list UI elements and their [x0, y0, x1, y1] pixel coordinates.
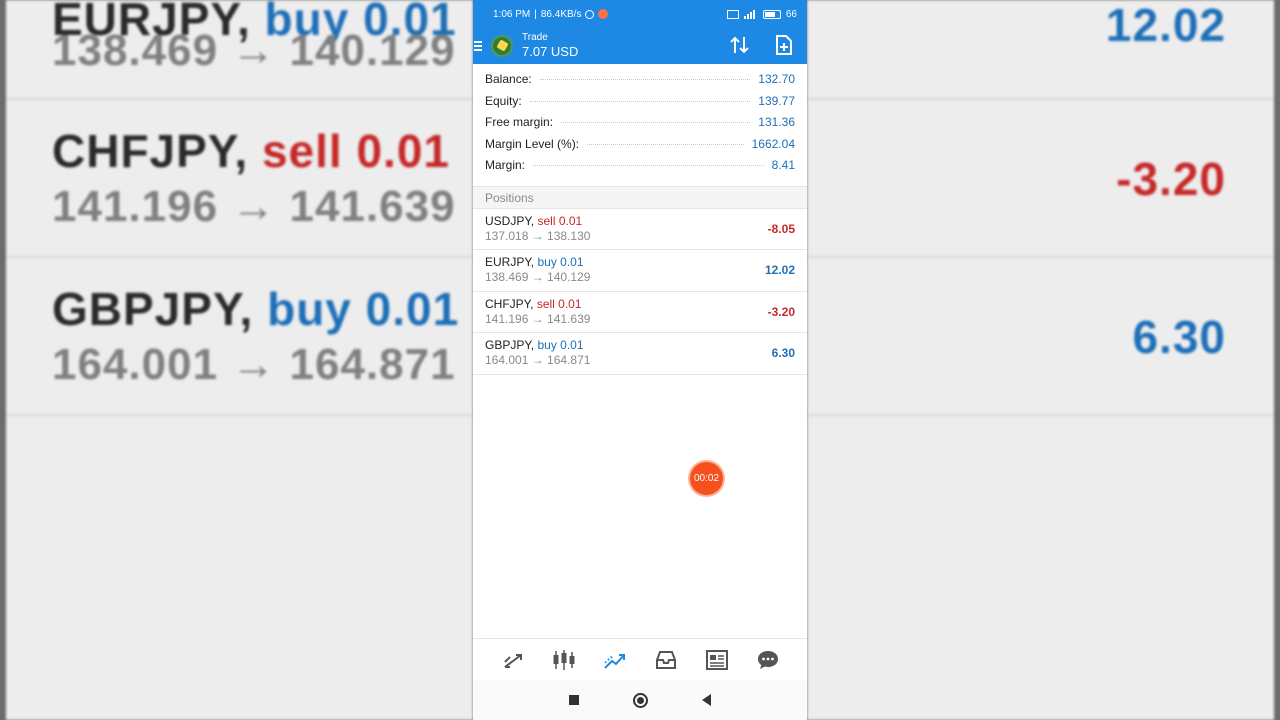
- history-icon[interactable]: [653, 647, 679, 673]
- position-prices: 137.018 → 138.130: [485, 228, 591, 243]
- back-icon[interactable]: [702, 694, 711, 706]
- chat-icon[interactable]: [755, 647, 781, 673]
- sort-icon[interactable]: [729, 34, 751, 56]
- bg-row-chfjpy-profit: -3.20: [807, 100, 1274, 258]
- new-order-icon[interactable]: [773, 34, 795, 56]
- bg-profit: 6.30: [1132, 311, 1226, 363]
- background-right-blur: 12.02 -3.20 6.30: [807, 0, 1274, 720]
- position-row-gbpjpy[interactable]: GBPJPY, buy 0.01 164.001 → 164.871 6.30: [473, 333, 807, 375]
- system-navigation: [473, 680, 807, 720]
- bg-profit: 12.02: [1105, 0, 1226, 51]
- position-symbol: EURJPY,: [485, 255, 535, 270]
- background-left-blur: EURJPY, buy 0.01 138.469 → 140.129 CHFJP…: [6, 0, 473, 720]
- position-row-eurjpy[interactable]: EURJPY, buy 0.01 138.469 → 140.129 12.02: [473, 250, 807, 292]
- position-side: sell 0.01: [537, 213, 583, 228]
- bg-symbol: CHFJPY, sell 0.01: [52, 125, 450, 177]
- bg-prices: 138.469 → 140.129: [52, 26, 456, 75]
- position-symbol: GBPJPY,: [485, 338, 535, 353]
- app-bar: Trade 7.07 USD: [473, 28, 807, 64]
- position-side: sell 0.01: [536, 296, 582, 311]
- position-symbol: USDJPY,: [485, 213, 535, 228]
- summary-row-free-margin: Free margin: 131.36: [485, 115, 795, 130]
- position-profit: -8.05: [767, 221, 795, 236]
- wifi-off-icon: [726, 9, 739, 19]
- position-profit: 12.02: [764, 263, 795, 278]
- phone-screen: 1:06 PM | 86.4KB/s 66 Trade 7.07 USD Bal…: [473, 0, 807, 720]
- bg-row-gbpjpy: GBPJPY, buy 0.01 164.001 → 164.871: [6, 258, 473, 416]
- bg-row-eurjpy: EURJPY, buy 0.01 138.469 → 140.129: [6, 0, 473, 100]
- position-row-chfjpy[interactable]: CHFJPY, sell 0.01 141.196 → 141.639 -3.2…: [473, 292, 807, 334]
- bg-prices: 141.196 → 141.639: [52, 182, 456, 231]
- summary-row-balance: Balance: 132.70: [485, 72, 795, 86]
- summary-row-margin: Margin: 8.41: [485, 158, 795, 173]
- position-side: buy 0.01: [537, 338, 584, 353]
- menu-icon[interactable]: [473, 41, 483, 51]
- summary-row-equity: Equity: 139.77: [485, 93, 795, 108]
- bg-row-gbpjpy-profit: 6.30: [807, 258, 1274, 416]
- position-profit: -3.20: [767, 304, 795, 319]
- bottom-navigation: [473, 638, 807, 680]
- position-symbol: CHFJPY,: [485, 296, 534, 311]
- recording-timer[interactable]: 00:02: [690, 462, 723, 495]
- home-icon[interactable]: [633, 692, 648, 708]
- position-prices: 138.469 → 140.129: [485, 270, 591, 285]
- chart-icon[interactable]: [551, 647, 577, 673]
- account-summary: Balance: 132.70 Equity: 139.77 Free margin…: [473, 64, 807, 187]
- battery-icon: [762, 9, 781, 19]
- position-side: buy 0.01: [537, 255, 584, 270]
- alarm-icon: [585, 9, 595, 19]
- position-row-usdjpy[interactable]: USDJPY, sell 0.01 137.018 → 138.130 -8.0…: [473, 209, 807, 251]
- page-title: Trade: [522, 32, 548, 43]
- quotes-icon[interactable]: [500, 647, 526, 673]
- page-subtitle: 7.07 USD: [522, 44, 579, 59]
- signal-icon: [743, 9, 755, 19]
- position-prices: 164.001 → 164.871: [485, 353, 591, 368]
- trade-icon[interactable]: [602, 647, 628, 673]
- position-prices: 141.196 → 141.639: [485, 311, 591, 326]
- positions-header: Positions: [473, 186, 807, 209]
- status-bar: 1:06 PM | 86.4KB/s 66: [473, 0, 807, 28]
- bg-symbol: GBPJPY, buy 0.01: [52, 283, 460, 335]
- battery-level: 66: [785, 8, 797, 20]
- summary-row-margin-level: Margin Level (%): 1662.04: [485, 136, 795, 151]
- bg-row-eurjpy-profit: 12.02: [807, 0, 1274, 100]
- status-speed: 86.4KB/s: [540, 8, 582, 20]
- bg-profit: -3.20: [1116, 153, 1226, 205]
- status-time: 1:06 PM: [493, 8, 531, 20]
- bg-prices: 164.001 → 164.871: [52, 340, 456, 389]
- recent-apps-icon[interactable]: [569, 695, 579, 705]
- app-logo: [491, 35, 513, 57]
- bg-row-chfjpy: CHFJPY, sell 0.01 141.196 → 141.639: [6, 100, 473, 258]
- news-icon[interactable]: [704, 647, 730, 673]
- position-profit: 6.30: [771, 346, 795, 361]
- notification-icon: [598, 9, 609, 19]
